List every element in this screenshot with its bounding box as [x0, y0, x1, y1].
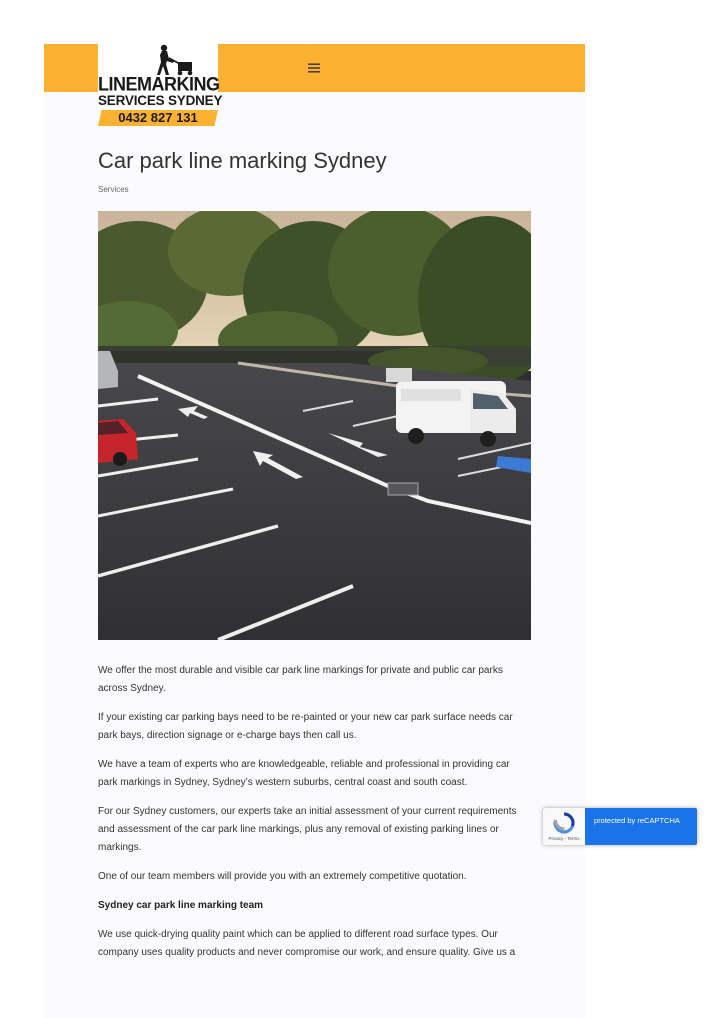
line-marker-worker-icon: [157, 44, 193, 76]
recaptcha-icon: [553, 812, 575, 834]
paragraph: We use quick-drying quality paint which …: [98, 929, 516, 958]
recaptcha-label: protected by reCAPTCHA: [594, 816, 680, 825]
paragraph: We have a team of experts who are knowle…: [98, 759, 510, 788]
logo-line-1: LINEMARKING: [98, 72, 220, 95]
site-logo[interactable]: LINEMARKING SERVICES SYDNEY 0432 827 131: [98, 44, 223, 126]
recaptcha-logo-box: Privacy - Terms: [543, 808, 585, 845]
paragraph: For our Sydney customers, our experts ta…: [98, 806, 517, 853]
paragraph: We offer the most durable and visible ca…: [98, 665, 503, 694]
recaptcha-badge[interactable]: Privacy - Terms protected by reCAPTCHA: [543, 808, 697, 845]
logo-line-2: SERVICES SYDNEY: [98, 93, 223, 108]
hamburger-menu-icon[interactable]: [302, 57, 326, 79]
paragraph: If your existing car parking bays need t…: [98, 712, 513, 741]
section-heading: Sydney car park line marking team: [98, 900, 264, 911]
recaptcha-links[interactable]: Privacy - Terms: [543, 836, 585, 842]
page-title: Car park line marking Sydney: [98, 148, 387, 173]
car-park-line-marking-photo: [98, 211, 531, 640]
category-link[interactable]: Services: [98, 185, 129, 194]
logo-phone: 0432 827 131: [98, 110, 218, 126]
paragraph: One of our team members will provide you…: [98, 871, 467, 882]
article-content: We offer the most durable and visible ca…: [98, 662, 528, 973]
